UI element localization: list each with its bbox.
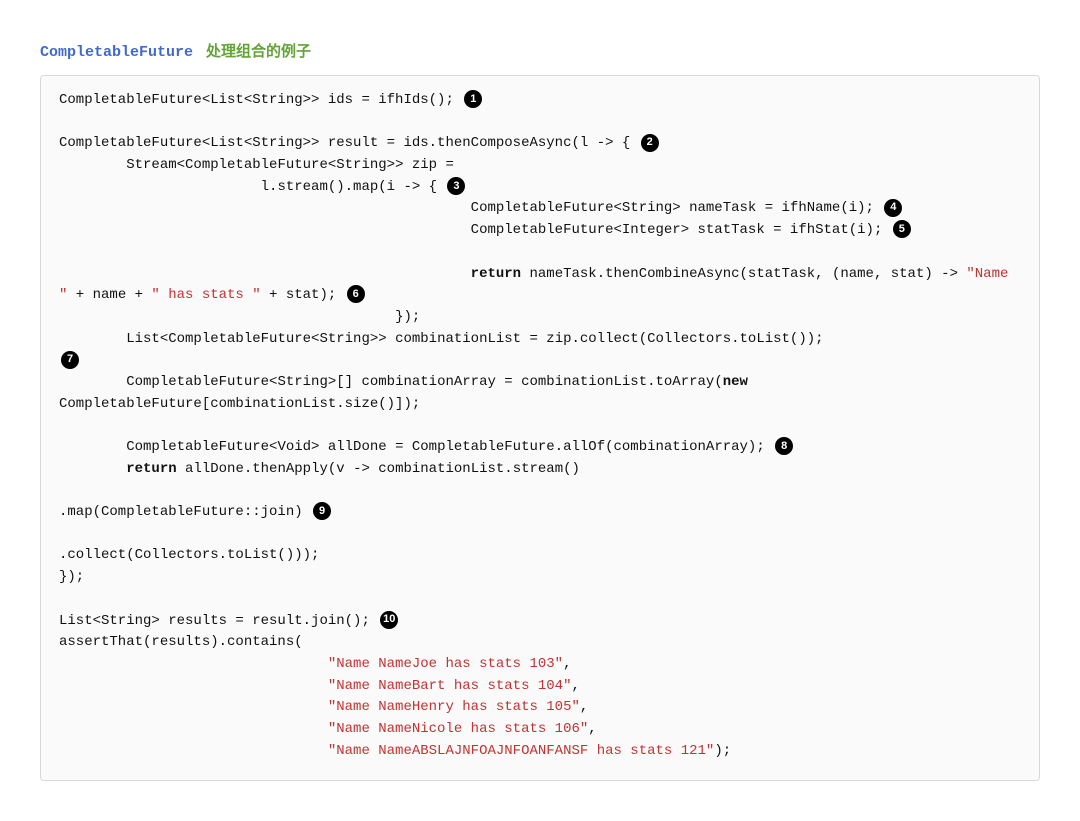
code-content: CompletableFuture<List<String>> ids = if… <box>59 90 1021 762</box>
callout-9: 9 <box>313 502 331 520</box>
callout-7: 7 <box>61 351 79 369</box>
callout-2: 2 <box>641 134 659 152</box>
callout-1: 1 <box>464 90 482 108</box>
callout-8: 8 <box>775 437 793 455</box>
callout-4: 4 <box>884 199 902 217</box>
title-classname: CompletableFuture <box>40 44 193 61</box>
callout-5: 5 <box>893 220 911 238</box>
title-suffix: 处理组合的例子 <box>206 44 311 61</box>
code-block: CompletableFuture<List<String>> ids = if… <box>40 75 1040 781</box>
callout-3: 3 <box>447 177 465 195</box>
callout-6: 6 <box>347 285 365 303</box>
section-title: CompletableFuture 处理组合的例子 <box>40 40 1040 61</box>
callout-10: 10 <box>380 611 398 629</box>
